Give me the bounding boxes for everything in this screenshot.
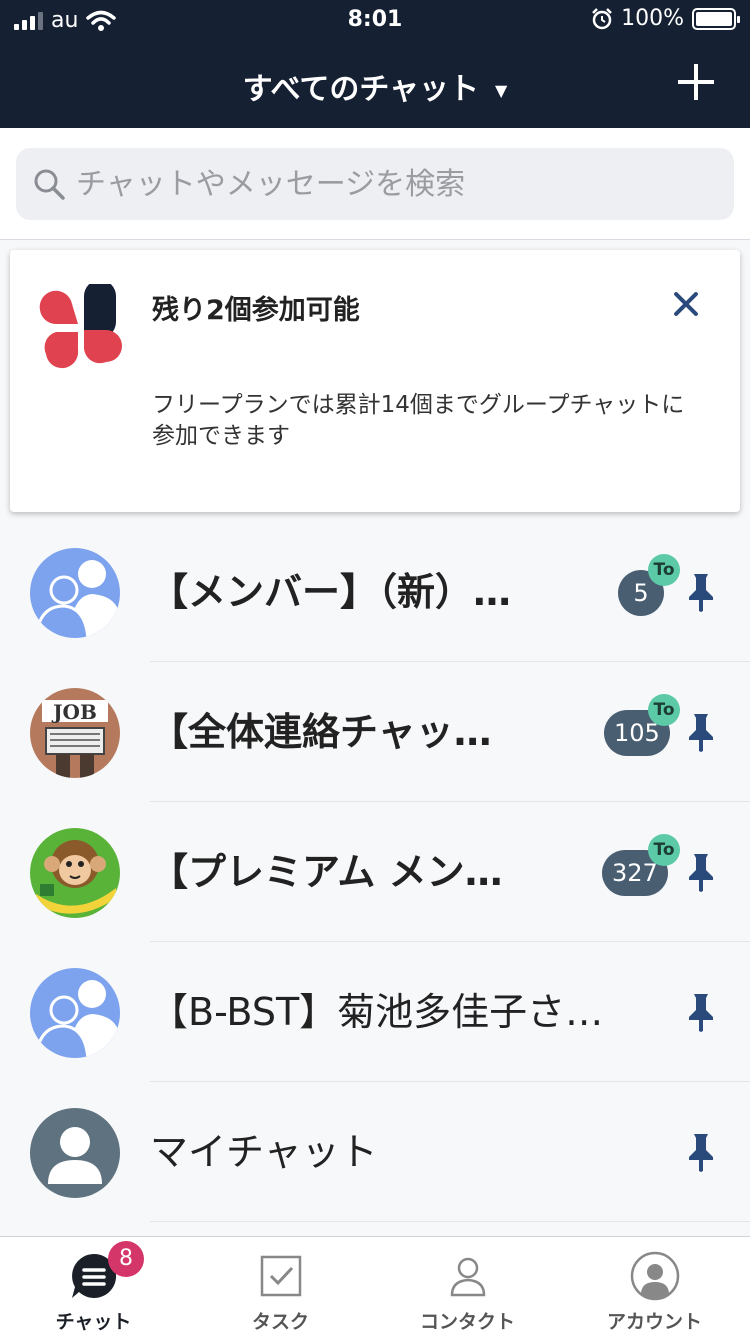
tab-contact[interactable]: コンタクト (374, 1237, 561, 1334)
alarm-icon (592, 7, 612, 29)
job-avatar: JOB (30, 688, 120, 778)
chevron-down-icon: ▼ (495, 81, 508, 100)
pin-icon[interactable] (686, 1132, 716, 1172)
tab-bar: 8 チャット タスク コンタクト アカウント (0, 1236, 750, 1334)
search-icon (34, 169, 65, 200)
chat-row[interactable]: JOB 【全体連絡チャッ… 105 To (0, 662, 750, 802)
chat-name: 【全体連絡チャッ… (150, 710, 492, 754)
battery-icon (692, 7, 740, 30)
chat-row[interactable]: 【プレミアム メン… 327 To (0, 802, 750, 942)
group-avatar (30, 968, 120, 1058)
chat-row[interactable]: 【メンバー】（新）… 5 To (0, 522, 750, 662)
close-icon[interactable] (672, 290, 700, 318)
tab-task[interactable]: タスク (187, 1237, 374, 1334)
tab-account[interactable]: アカウント (561, 1237, 748, 1334)
pin-icon[interactable] (686, 712, 716, 752)
job-label: JOB (51, 700, 97, 724)
pin-icon[interactable] (686, 852, 716, 892)
chatwork-logo (39, 284, 122, 369)
chat-name: マイチャット (150, 1130, 378, 1174)
user-avatar (30, 1108, 120, 1198)
pin-icon[interactable] (686, 992, 716, 1032)
chat-filter-dropdown[interactable]: すべてのチャット ▼ (0, 64, 750, 108)
tab-label: アカウント (606, 1311, 702, 1333)
chat-unread-badge: 8 (108, 1241, 144, 1277)
pin-icon[interactable] (686, 572, 716, 612)
status-bar: au 8:01 100% (0, 0, 750, 40)
chat-name: 【メンバー】（新）… (150, 570, 512, 614)
tab-label: コンタクト (419, 1311, 515, 1333)
tab-chat[interactable]: 8 チャット (0, 1237, 187, 1334)
chat-name: 【B-BST】菊池多佳子さ… (150, 990, 604, 1034)
mention-badge: To (648, 694, 680, 726)
tab-label: チャット (55, 1311, 132, 1333)
tab-label: タスク (251, 1311, 309, 1333)
nav-bar: すべてのチャット ▼ (0, 40, 750, 128)
battery-percent: 100% (621, 6, 684, 31)
search-box[interactable] (16, 148, 734, 220)
mention-badge: To (648, 834, 680, 866)
search-input[interactable] (76, 166, 696, 202)
account-icon (630, 1251, 679, 1301)
notice-card: 残り2個参加可能 フリープランでは累計14個までグループチャットに参加できます (10, 250, 740, 512)
mention-badge: To (648, 554, 680, 586)
nav-title-label: すべてのチャット (242, 72, 480, 107)
notice-title: 残り2個参加可能 (152, 295, 360, 326)
chat-list: 【メンバー】（新）… 5 To JOB 【全体連絡チャッ… 105 To 【プレ… (0, 522, 750, 1222)
add-chat-button[interactable] (676, 62, 716, 102)
notice-body: フリープランでは累計14個までグループチャットに参加できます (152, 392, 685, 449)
chat-name: 【プレミアム メン… (150, 850, 503, 894)
chat-row[interactable]: 【B-BST】菊池多佳子さ… (0, 942, 750, 1082)
contact-icon (450, 1257, 485, 1297)
task-icon (260, 1255, 301, 1297)
group-avatar (30, 548, 120, 638)
monkey-avatar (30, 828, 120, 918)
search-area (0, 128, 750, 240)
chat-row[interactable]: マイチャット (0, 1082, 750, 1222)
